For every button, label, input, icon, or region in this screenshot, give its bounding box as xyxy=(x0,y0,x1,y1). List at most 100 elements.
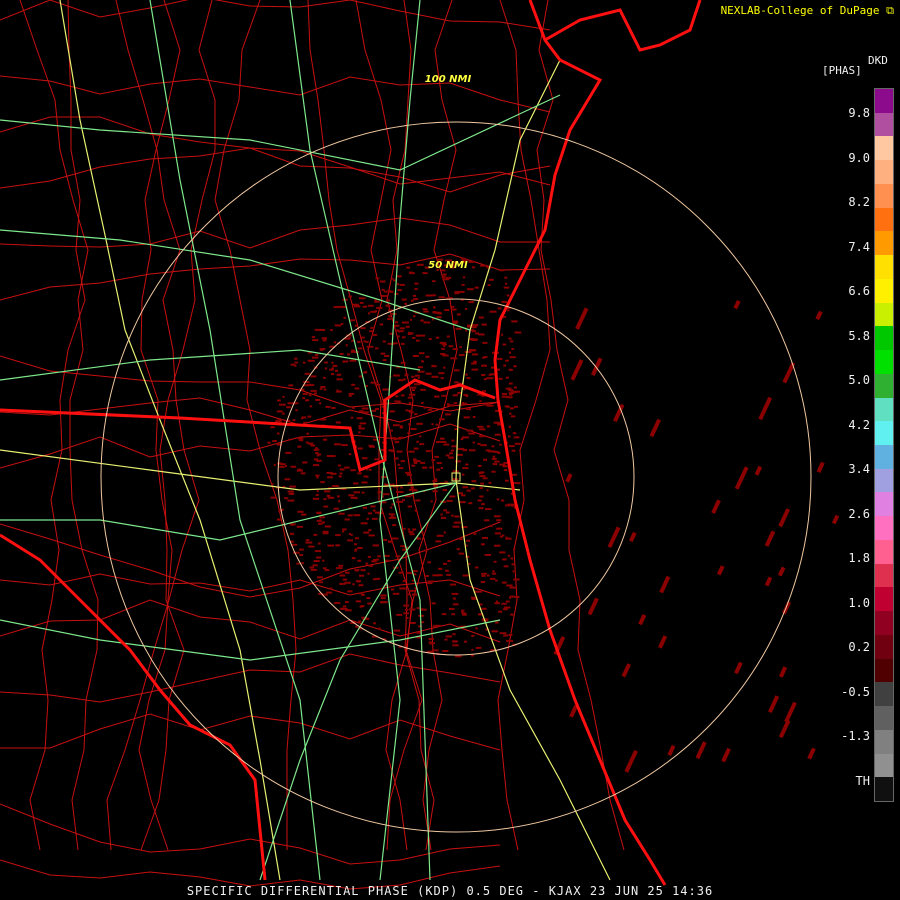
echo-pixel xyxy=(354,543,357,546)
echo-pixel xyxy=(334,443,341,446)
range-label-50: 50 NMI xyxy=(428,260,468,271)
echo-pixel xyxy=(511,473,517,476)
echo-pixel xyxy=(480,482,484,485)
echo-pixel xyxy=(400,361,406,364)
echo-pixel xyxy=(347,539,353,542)
legend-unit: [PHAS] xyxy=(822,64,862,77)
echo-pixel xyxy=(358,584,364,587)
echo-pixel xyxy=(285,451,292,454)
color-scale-swatch xyxy=(875,777,893,802)
echo-pixel xyxy=(424,549,428,552)
echo-pixel xyxy=(491,457,497,460)
echo-pixel xyxy=(358,620,362,623)
echo-pixel xyxy=(404,302,408,305)
echo-pixel xyxy=(296,469,303,472)
echo-pixel xyxy=(353,482,359,485)
echo-pixel xyxy=(367,555,371,558)
echo-pixel xyxy=(416,607,420,610)
echo-pixel xyxy=(301,562,305,565)
echo-pixel xyxy=(409,393,416,396)
echo-pixel xyxy=(443,345,446,348)
echo-pixel xyxy=(508,382,513,385)
legend-tick-label: 1.8 xyxy=(848,551,870,565)
echo-pixel xyxy=(288,384,294,387)
echo-pixel xyxy=(465,408,471,411)
echo-pixel xyxy=(379,323,384,326)
echo-pixel xyxy=(348,295,352,298)
echo-pixel xyxy=(501,300,507,303)
echo-pixel xyxy=(507,309,510,312)
echo-pixel xyxy=(398,436,405,439)
echo-pixel xyxy=(314,550,321,553)
echo-pixel xyxy=(417,377,420,379)
echo-pixel xyxy=(408,488,416,491)
echo-pixel xyxy=(337,495,340,498)
echo-pixel xyxy=(413,315,416,318)
echo-pixel xyxy=(457,453,463,456)
echo-pixel xyxy=(310,389,317,392)
echo-pixel xyxy=(434,455,439,458)
echo-pixel xyxy=(366,345,374,348)
echo-pixel xyxy=(302,392,308,395)
echo-pixel xyxy=(445,454,450,457)
color-scale-swatch xyxy=(875,183,893,209)
echo-pixel xyxy=(358,375,363,378)
echo-pixel xyxy=(443,443,450,446)
echo-pixel xyxy=(345,601,349,604)
echo-pixel xyxy=(506,294,510,297)
echo-pixel xyxy=(316,476,319,479)
echo-streak xyxy=(621,663,632,678)
echo-pixel xyxy=(480,444,487,447)
echo-pixel xyxy=(429,466,433,469)
echo-pixel xyxy=(331,361,334,364)
echo-pixel xyxy=(322,339,327,342)
echo-pixel xyxy=(510,557,514,560)
echo-pixel xyxy=(514,390,520,393)
echo-pixel xyxy=(324,569,330,572)
echo-pixel xyxy=(374,300,380,303)
echo-pixel xyxy=(323,498,327,501)
echo-pixel xyxy=(479,475,486,478)
echo-pixel xyxy=(428,638,434,641)
echo-pixel xyxy=(366,517,369,520)
echo-pixel xyxy=(376,577,381,580)
echo-pixel xyxy=(301,513,307,516)
echo-pixel xyxy=(427,561,431,564)
echo-pixel xyxy=(301,416,307,419)
echo-pixel xyxy=(347,353,350,356)
echo-pixel xyxy=(420,461,426,464)
echo-pixel xyxy=(312,497,320,500)
echo-pixel xyxy=(299,554,304,556)
county-line xyxy=(0,599,501,643)
echo-pixel xyxy=(495,621,499,624)
echo-pixel xyxy=(416,631,421,634)
echo-pixel xyxy=(443,531,446,534)
echo-streak xyxy=(734,661,743,675)
echo-pixel xyxy=(472,266,475,269)
echo-pixel xyxy=(288,438,291,441)
echo-pixel xyxy=(325,405,331,408)
echo-pixel xyxy=(310,568,317,571)
echo-pixel xyxy=(449,452,453,455)
range-rings: 100 NMI 50 NMI xyxy=(100,74,812,833)
echo-pixel xyxy=(513,578,520,581)
echo-pixel xyxy=(407,333,412,335)
echo-pixel xyxy=(414,509,417,512)
echo-pixel xyxy=(512,432,517,435)
echo-pixel xyxy=(392,524,397,527)
echo-pixel xyxy=(452,320,459,323)
echo-pixel xyxy=(313,464,320,467)
echo-streak xyxy=(777,566,786,577)
echo-pixel xyxy=(393,374,400,377)
echo-pixel xyxy=(465,373,468,376)
echo-pixel xyxy=(309,405,313,408)
echo-pixel xyxy=(286,406,291,409)
echo-pixel xyxy=(388,513,395,516)
echo-pixel xyxy=(368,534,375,537)
echo-pixel xyxy=(478,613,482,616)
echo-pixel xyxy=(350,496,358,499)
product-caption: SPECIFIC DIFFERENTIAL PHASE (KDP) 0.5 DE… xyxy=(186,884,714,898)
echo-pixel xyxy=(299,548,304,551)
echo-pixel xyxy=(367,512,373,515)
credit-label[interactable]: NEXLAB-College of DuPage ⧉ xyxy=(721,4,894,18)
